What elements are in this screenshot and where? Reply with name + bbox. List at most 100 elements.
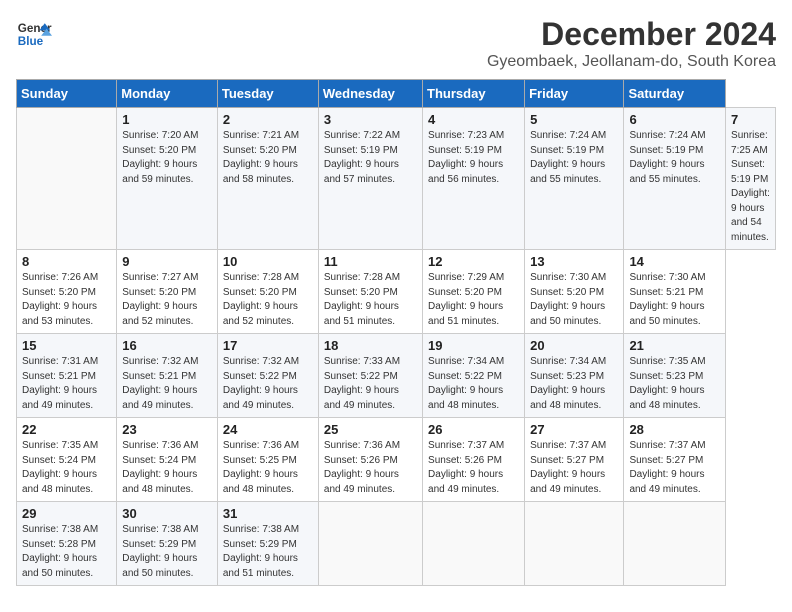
day-number: 14 [629,254,720,269]
calendar-week-row: 1 Sunrise: 7:20 AMSunset: 5:20 PMDaylight… [17,108,776,250]
day-info: Sunrise: 7:37 AMSunset: 5:26 PMDaylight:… [428,439,519,497]
calendar-week-row: 15 Sunrise: 7:31 AMSunset: 5:21 PMDayligh… [17,334,776,418]
weekday-header-sunday: Sunday [17,80,117,108]
calendar-cell: 11Sunrise: 7:28 AMSunset: 5:20 PMDayligh… [318,250,422,334]
day-number: 9 [122,254,212,269]
calendar-cell: 7Sunrise: 7:25 AMSunset: 5:19 PMDaylight… [726,108,776,250]
day-number: 24 [223,422,313,437]
day-number: 3 [324,112,417,127]
day-number: 26 [428,422,519,437]
calendar-cell: 12 Sunrise: 7:29 AMSunset: 5:20 PMDayligh… [423,250,525,334]
day-info: Sunrise: 7:30 AMSunset: 5:21 PMDaylight:… [629,271,720,329]
calendar-cell: 14 Sunrise: 7:30 AMSunset: 5:21 PMDayligh… [624,250,726,334]
calendar-cell [423,502,525,586]
calendar-cell: 25 Sunrise: 7:36 AMSunset: 5:26 PMDayligh… [318,418,422,502]
day-info: Sunrise: 7:38 AMSunset: 5:29 PMDaylight:… [223,523,313,581]
calendar-title: December 2024 [487,16,776,53]
calendar-cell: 18 Sunrise: 7:33 AMSunset: 5:22 PMDayligh… [318,334,422,418]
day-number: 21 [629,338,720,353]
calendar-cell: 28Sunrise: 7:37 AMSunset: 5:27 PMDayligh… [624,418,726,502]
calendar-cell: 30 Sunrise: 7:38 AMSunset: 5:29 PMDayligh… [117,502,218,586]
calendar-cell: 27Sunrise: 7:37 AMSunset: 5:27 PMDayligh… [525,418,624,502]
calendar-cell: 23 Sunrise: 7:36 AMSunset: 5:24 PMDayligh… [117,418,218,502]
calendar-cell: 8Sunrise: 7:26 AMSunset: 5:20 PMDaylight… [17,250,117,334]
calendar-cell: 31Sunrise: 7:38 AMSunset: 5:29 PMDayligh… [217,502,318,586]
day-info: Sunrise: 7:38 AMSunset: 5:29 PMDaylight:… [122,523,212,581]
weekday-header-wednesday: Wednesday [318,80,422,108]
calendar-cell: 15 Sunrise: 7:31 AMSunset: 5:21 PMDayligh… [17,334,117,418]
day-info: Sunrise: 7:27 AMSunset: 5:20 PMDaylight:… [122,271,212,329]
title-section: December 2024 Gyeombaek, Jeollanam-do, S… [487,16,776,71]
day-number: 5 [530,112,618,127]
day-number: 10 [223,254,313,269]
day-info: Sunrise: 7:26 AMSunset: 5:20 PMDaylight:… [22,271,111,329]
calendar-cell: 3 Sunrise: 7:22 AMSunset: 5:19 PMDaylight… [318,108,422,250]
weekday-header-friday: Friday [525,80,624,108]
day-info: Sunrise: 7:22 AMSunset: 5:19 PMDaylight:… [324,129,417,187]
calendar-cell: 16 Sunrise: 7:32 AMSunset: 5:21 PMDayligh… [117,334,218,418]
day-info: Sunrise: 7:21 AMSunset: 5:20 PMDaylight:… [223,129,313,187]
day-info: Sunrise: 7:23 AMSunset: 5:19 PMDaylight:… [428,129,519,187]
calendar-cell: 10 Sunrise: 7:28 AMSunset: 5:20 PMDayligh… [217,250,318,334]
day-number: 18 [324,338,417,353]
calendar-cell: 19Sunrise: 7:34 AMSunset: 5:22 PMDayligh… [423,334,525,418]
day-number: 20 [530,338,618,353]
svg-text:Blue: Blue [18,35,44,48]
calendar-cell [525,502,624,586]
weekday-header-row: SundayMondayTuesdayWednesdayThursdayFrid… [17,80,776,108]
day-info: Sunrise: 7:34 AMSunset: 5:23 PMDaylight:… [530,355,618,413]
page-header: General Blue December 2024 Gyeombaek, Je… [16,16,776,71]
day-number: 30 [122,506,212,521]
day-info: Sunrise: 7:32 AMSunset: 5:21 PMDaylight:… [122,355,212,413]
day-number: 29 [22,506,111,521]
calendar-cell: 6 Sunrise: 7:24 AMSunset: 5:19 PMDaylight… [624,108,726,250]
day-info: Sunrise: 7:30 AMSunset: 5:20 PMDaylight:… [530,271,618,329]
day-info: Sunrise: 7:36 AMSunset: 5:26 PMDaylight:… [324,439,417,497]
day-info: Sunrise: 7:36 AMSunset: 5:24 PMDaylight:… [122,439,212,497]
logo: General Blue [16,16,52,52]
calendar-cell: 9 Sunrise: 7:27 AMSunset: 5:20 PMDaylight… [117,250,218,334]
day-number: 16 [122,338,212,353]
day-info: Sunrise: 7:35 AMSunset: 5:23 PMDaylight:… [629,355,720,413]
day-info: Sunrise: 7:24 AMSunset: 5:19 PMDaylight:… [629,129,720,187]
day-info: Sunrise: 7:28 AMSunset: 5:20 PMDaylight:… [324,271,417,329]
calendar-week-row: 22 Sunrise: 7:35 AMSunset: 5:24 PMDayligh… [17,418,776,502]
calendar-cell: 1 Sunrise: 7:20 AMSunset: 5:20 PMDaylight… [117,108,218,250]
day-number: 1 [122,112,212,127]
calendar-subtitle: Gyeombaek, Jeollanam-do, South Korea [487,53,776,71]
calendar-cell: 21 Sunrise: 7:35 AMSunset: 5:23 PMDayligh… [624,334,726,418]
day-number: 2 [223,112,313,127]
calendar-cell: 20 Sunrise: 7:34 AMSunset: 5:23 PMDayligh… [525,334,624,418]
weekday-header-thursday: Thursday [423,80,525,108]
day-info: Sunrise: 7:31 AMSunset: 5:21 PMDaylight:… [22,355,111,413]
day-number: 23 [122,422,212,437]
calendar-cell: 13Sunrise: 7:30 AMSunset: 5:20 PMDayligh… [525,250,624,334]
day-number: 4 [428,112,519,127]
calendar-cell: 24 Sunrise: 7:36 AMSunset: 5:25 PMDayligh… [217,418,318,502]
day-info: Sunrise: 7:37 AMSunset: 5:27 PMDaylight:… [629,439,720,497]
day-info: Sunrise: 7:33 AMSunset: 5:22 PMDaylight:… [324,355,417,413]
day-info: Sunrise: 7:32 AMSunset: 5:22 PMDaylight:… [223,355,313,413]
day-info: Sunrise: 7:28 AMSunset: 5:20 PMDaylight:… [223,271,313,329]
day-number: 27 [530,422,618,437]
day-number: 6 [629,112,720,127]
weekday-header-monday: Monday [117,80,218,108]
day-info: Sunrise: 7:36 AMSunset: 5:25 PMDaylight:… [223,439,313,497]
day-number: 12 [428,254,519,269]
calendar-week-row: 29 Sunrise: 7:38 AMSunset: 5:28 PMDayligh… [17,502,776,586]
calendar-cell: 29 Sunrise: 7:38 AMSunset: 5:28 PMDayligh… [17,502,117,586]
day-info: Sunrise: 7:29 AMSunset: 5:20 PMDaylight:… [428,271,519,329]
day-number: 22 [22,422,111,437]
calendar-table: SundayMondayTuesdayWednesdayThursdayFrid… [16,79,776,586]
calendar-week-row: 8Sunrise: 7:26 AMSunset: 5:20 PMDaylight… [17,250,776,334]
weekday-header-saturday: Saturday [624,80,726,108]
calendar-cell: 5Sunrise: 7:24 AMSunset: 5:19 PMDaylight… [525,108,624,250]
day-info: Sunrise: 7:20 AMSunset: 5:20 PMDaylight:… [122,129,212,187]
day-info: Sunrise: 7:38 AMSunset: 5:28 PMDaylight:… [22,523,111,581]
day-info: Sunrise: 7:35 AMSunset: 5:24 PMDaylight:… [22,439,111,497]
calendar-cell: 22 Sunrise: 7:35 AMSunset: 5:24 PMDayligh… [17,418,117,502]
day-number: 25 [324,422,417,437]
calendar-cell: 2 Sunrise: 7:21 AMSunset: 5:20 PMDaylight… [217,108,318,250]
day-number: 15 [22,338,111,353]
day-info: Sunrise: 7:34 AMSunset: 5:22 PMDaylight:… [428,355,519,413]
